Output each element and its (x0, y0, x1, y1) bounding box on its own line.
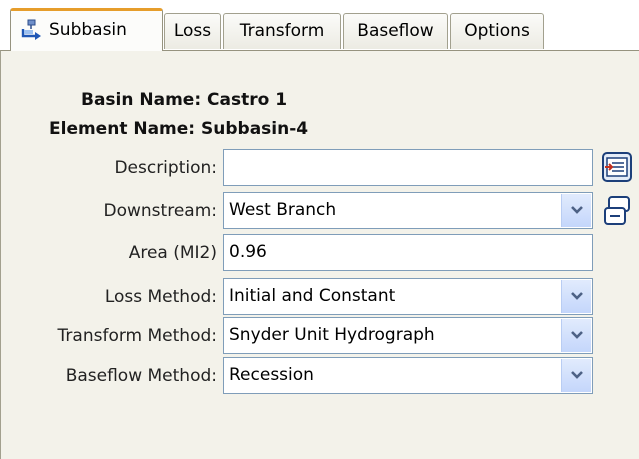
basin-name-heading: Basin Name: Castro 1 (81, 90, 288, 110)
tab-label: Transform (239, 21, 325, 41)
element-name-heading: Element Name: Subbasin-4 (49, 119, 309, 139)
transform-method-value: Snyder Unit Hydrograph (229, 325, 435, 345)
chevron-down-icon (571, 206, 583, 214)
transform-method-dropdown-button[interactable] (561, 319, 591, 352)
downstream-label: Downstream: (103, 201, 217, 221)
edit-description-button[interactable] (602, 152, 632, 182)
select-element-icon (604, 196, 630, 225)
tab-options[interactable]: Options (450, 13, 544, 49)
area-input[interactable]: 0.96 (223, 234, 593, 271)
description-input[interactable] (223, 149, 593, 186)
area-label: Area (MI2) (128, 243, 217, 263)
subbasin-panel: Basin Name: Castro 1 Element Name: Subba… (0, 50, 639, 459)
chevron-down-icon (571, 292, 583, 300)
baseflow-method-value: Recession (229, 365, 314, 385)
chevron-down-icon (571, 331, 583, 339)
baseflow-method-dropdown-button[interactable] (561, 359, 591, 392)
subbasin-icon (21, 17, 45, 40)
tab-baseflow[interactable]: Baseflow (343, 13, 448, 49)
chevron-down-icon (571, 371, 583, 379)
downstream-select[interactable]: West Branch (223, 192, 593, 229)
loss-method-dropdown-button[interactable] (561, 280, 591, 313)
select-element-button[interactable] (602, 196, 632, 226)
tab-label: Baseflow (357, 21, 434, 41)
tab-transform[interactable]: Transform (223, 13, 341, 49)
loss-method-label: Loss Method: (104, 287, 217, 307)
tab-subbasin[interactable]: Subbasin (10, 8, 163, 51)
downstream-dropdown-button[interactable] (561, 194, 591, 227)
tab-label: Options (464, 21, 530, 41)
description-label: Description: (114, 158, 217, 178)
transform-method-select[interactable]: Snyder Unit Hydrograph (223, 317, 593, 354)
loss-method-value: Initial and Constant (229, 286, 396, 306)
baseflow-method-label: Baseflow Method: (65, 366, 217, 386)
transform-method-label: Transform Method: (57, 326, 217, 346)
tab-label: Loss (173, 21, 212, 41)
tab-label: Subbasin (49, 20, 127, 40)
downstream-value: West Branch (229, 200, 337, 220)
loss-method-select[interactable]: Initial and Constant (223, 278, 593, 315)
component-editor: Subbasin Loss Transform Baseflow Options… (0, 0, 639, 459)
tab-loss[interactable]: Loss (164, 13, 221, 49)
edit-description-icon (602, 152, 632, 182)
baseflow-method-select[interactable]: Recession (223, 357, 593, 394)
tab-strip: Subbasin Loss Transform Baseflow Options (0, 0, 639, 51)
